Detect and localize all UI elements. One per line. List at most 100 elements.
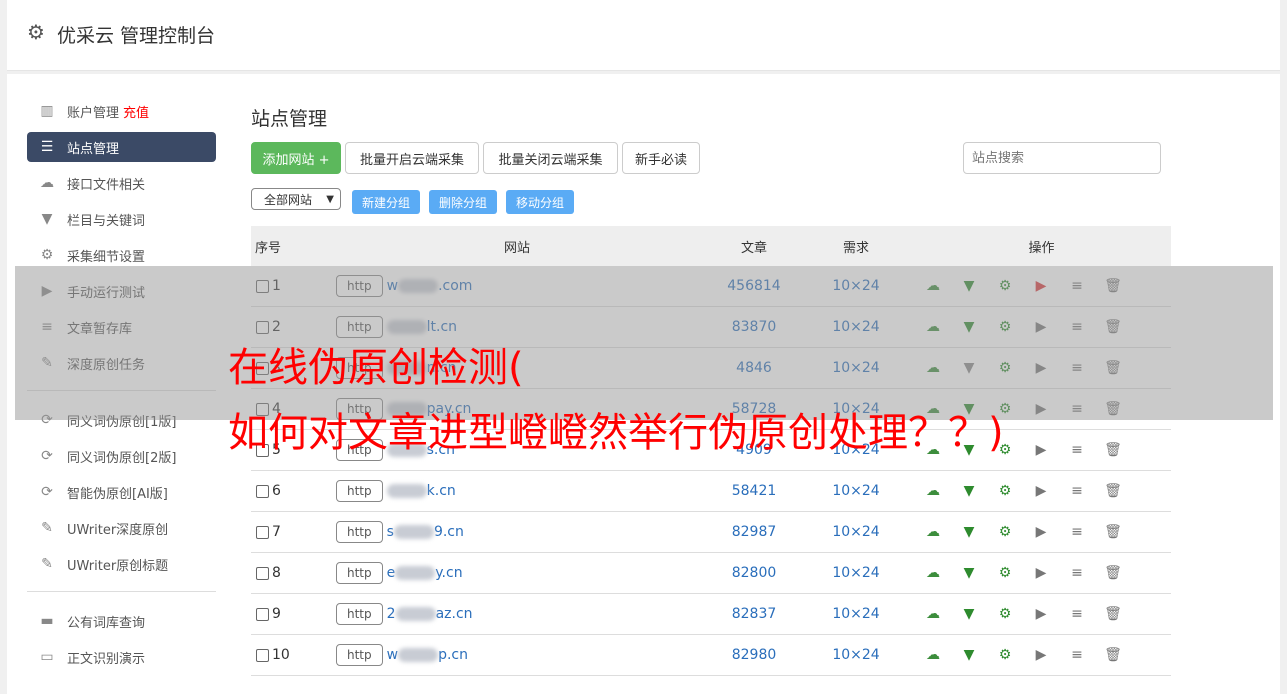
gears-icon[interactable]: ⚙ [987,360,1023,376]
trash-icon[interactable]: 🗑 [1095,565,1131,581]
protocol-button[interactable]: http [336,562,383,584]
filter-icon[interactable]: ▼ [951,483,987,499]
articles-count[interactable]: 456814 [708,266,800,307]
gears-icon[interactable]: ⚙ [987,565,1023,581]
demand-value[interactable]: 10×24 [800,306,912,348]
trash-icon[interactable]: 🗑 [1095,278,1131,294]
demand-value[interactable]: 10×24 [800,347,912,389]
demand-value[interactable]: 10×24 [800,470,912,512]
database-icon[interactable]: ≡ [1059,360,1095,376]
cloud-upload-icon[interactable]: ☁ [915,360,951,376]
recharge-link[interactable]: 充值 [123,102,149,121]
delete-group-button[interactable]: 删除分组 [429,190,497,214]
protocol-button[interactable]: http [336,480,383,502]
articles-count[interactable]: 82837 [708,593,800,635]
play-icon[interactable]: ▶ [1023,319,1059,335]
database-icon[interactable]: ≡ [1059,647,1095,663]
domain-suffix[interactable]: k.cn [427,483,456,499]
gears-icon[interactable]: ⚙ [987,483,1023,499]
trash-icon[interactable]: 🗑 [1095,360,1131,376]
cloud-upload-icon[interactable]: ☁ [915,278,951,294]
cloud-upload-icon[interactable]: ☁ [915,565,951,581]
play-icon[interactable]: ▶ [1023,647,1059,663]
trash-icon[interactable]: 🗑 [1095,401,1131,417]
database-icon[interactable]: ≡ [1059,483,1095,499]
domain-suffix[interactable]: lt.cn [427,319,457,335]
database-icon[interactable]: ≡ [1059,524,1095,540]
trash-icon[interactable]: 🗑 [1095,483,1131,499]
row-checkbox[interactable] [256,484,269,498]
cloud-upload-icon[interactable]: ☁ [915,319,951,335]
sidebar-item[interactable]: ≡ 文章暂存库 [27,312,216,342]
filter-icon[interactable]: ▼ [951,606,987,622]
database-icon[interactable]: ≡ [1059,319,1095,335]
gears-icon[interactable]: ⚙ [987,278,1023,294]
batch-close-button[interactable]: 批量关闭云端采集 [483,142,618,174]
filter-icon[interactable]: ▼ [951,565,987,581]
sidebar-item[interactable]: ▭ 正文识别演示 [27,642,216,672]
demand-value[interactable]: 10×24 [800,511,912,553]
domain-suffix[interactable]: 9.cn [434,524,464,540]
play-icon[interactable]: ▶ [1023,442,1059,458]
gears-icon[interactable]: ⚙ [987,319,1023,335]
guide-button[interactable]: 新手必读 [622,142,700,174]
trash-icon[interactable]: 🗑 [1095,524,1131,540]
row-checkbox[interactable] [256,648,269,662]
sidebar-item[interactable]: ▬ 公有词库查询 [27,606,216,636]
domain-suffix[interactable]: p.cn [438,647,468,663]
filter-icon[interactable]: ▼ [951,319,987,335]
articles-count[interactable]: 83870 [708,306,800,348]
articles-count[interactable]: 82980 [708,634,800,676]
play-icon[interactable]: ▶ [1023,401,1059,417]
play-icon[interactable]: ▶ [1023,483,1059,499]
sidebar-item[interactable]: ▥ 账户管理 充值 [27,96,216,126]
play-icon[interactable]: ▶ [1023,524,1059,540]
sidebar-item[interactable]: ⟳ 智能伪原创[AI版] [27,477,216,507]
domain-suffix[interactable]: az.cn [436,606,473,622]
new-group-button[interactable]: 新建分组 [352,190,420,214]
play-icon[interactable]: ▶ [1023,360,1059,376]
cloud-upload-icon[interactable]: ☁ [915,483,951,499]
filter-icon[interactable]: ▼ [951,278,987,294]
add-site-button[interactable]: 添加网站 + [251,142,341,174]
articles-count[interactable]: 58421 [708,470,800,512]
play-icon[interactable]: ▶ [1023,278,1059,294]
sidebar-item[interactable]: ✎ UWriter深度原创 [27,513,216,543]
site-search-input[interactable] [963,142,1161,174]
filter-icon[interactable]: ▼ [951,524,987,540]
protocol-button[interactable]: http [336,644,383,666]
database-icon[interactable]: ≡ [1059,442,1095,458]
row-checkbox[interactable] [256,566,269,580]
cloud-upload-icon[interactable]: ☁ [915,647,951,663]
domain-suffix[interactable]: .com [438,278,472,294]
sidebar-item[interactable]: ✎ UWriter原创标题 [27,549,216,579]
filter-icon[interactable]: ▼ [951,360,987,376]
sidebar-item[interactable]: ☰ 站点管理 [27,132,216,162]
filter-icon[interactable]: ▼ [951,647,987,663]
protocol-button[interactable]: http [336,521,383,543]
database-icon[interactable]: ≡ [1059,565,1095,581]
gears-icon[interactable]: ⚙ [987,524,1023,540]
row-checkbox[interactable] [256,279,269,293]
cloud-upload-icon[interactable]: ☁ [915,606,951,622]
move-group-button[interactable]: 移动分组 [506,190,574,214]
database-icon[interactable]: ≡ [1059,606,1095,622]
domain-suffix[interactable]: y.cn [435,565,462,581]
demand-value[interactable]: 10×24 [800,552,912,594]
sidebar-item[interactable]: ☁ 接口文件相关 [27,168,216,198]
database-icon[interactable]: ≡ [1059,278,1095,294]
row-checkbox[interactable] [256,525,269,539]
articles-count[interactable]: 4846 [708,347,800,389]
row-checkbox[interactable] [256,607,269,621]
cloud-upload-icon[interactable]: ☁ [915,524,951,540]
sidebar-item[interactable]: ▶ 手动运行测试 [27,276,216,306]
batch-open-button[interactable]: 批量开启云端采集 [345,142,479,174]
row-checkbox[interactable] [256,320,269,334]
sidebar-item[interactable]: ▼ 栏目与关键词 [27,204,216,234]
demand-value[interactable]: 10×24 [800,634,912,676]
trash-icon[interactable]: 🗑 [1095,647,1131,663]
gears-icon[interactable]: ⚙ [987,647,1023,663]
database-icon[interactable]: ≡ [1059,401,1095,417]
sidebar-item[interactable]: ⟳ 同义词伪原创[1版] [27,405,216,435]
sidebar-item[interactable]: ⚙ 采集细节设置 [27,240,216,270]
